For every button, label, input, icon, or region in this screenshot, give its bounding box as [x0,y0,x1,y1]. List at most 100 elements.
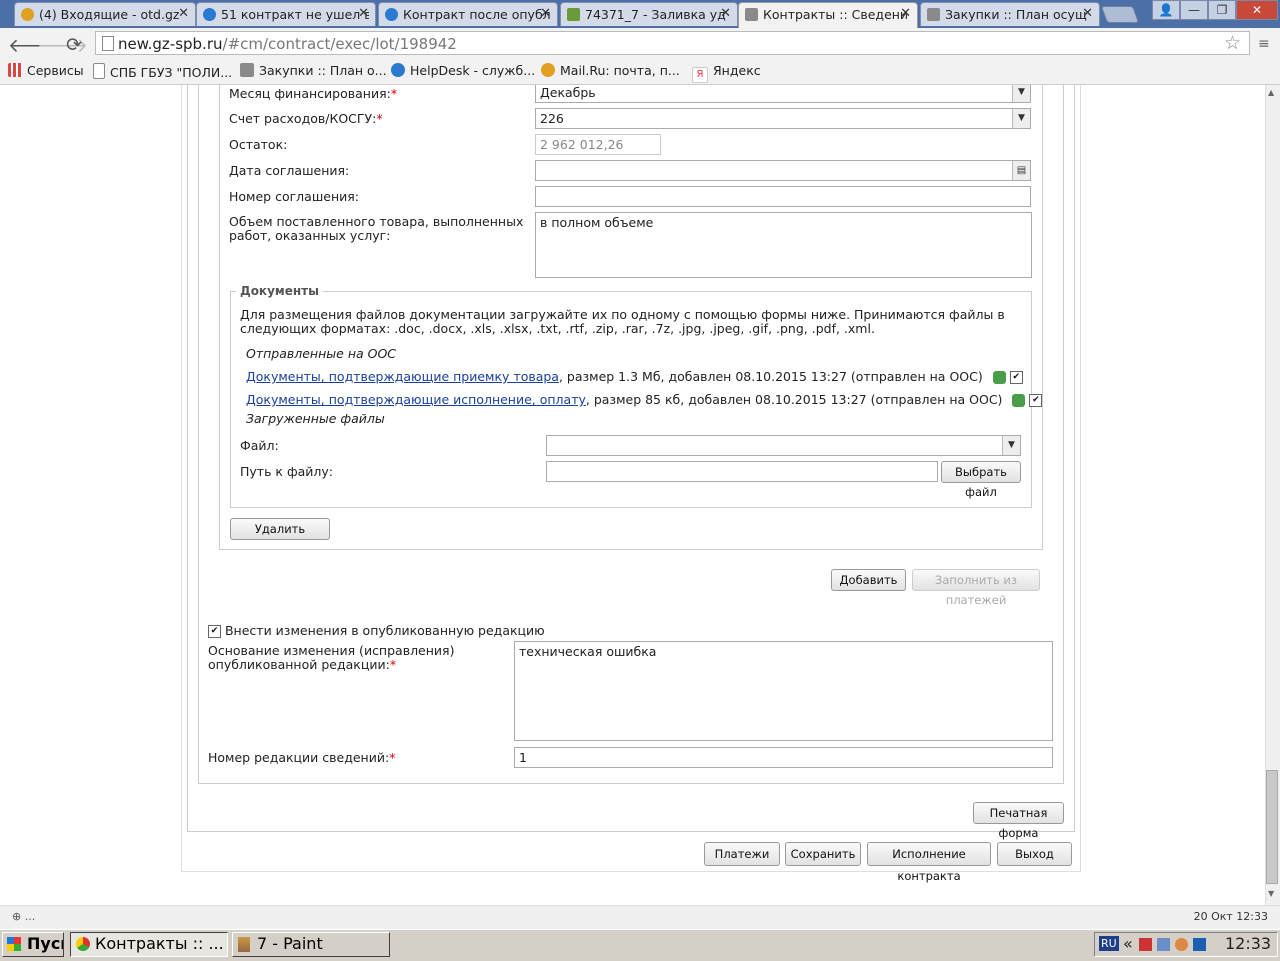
choose-file-button[interactable]: Выбрать файл [941,461,1021,499]
tray-app-icon[interactable] [1193,938,1206,951]
clock: 12:33 [1225,934,1272,953]
exit-button[interactable]: Выход [997,842,1072,866]
maximize-button[interactable]: ❐ [1208,0,1236,20]
tab-title: Контракты :: Сведени [763,7,909,22]
status-datetime: 20 Окт 12:33 [1193,910,1268,923]
month-select[interactable]: Декабрь ▼ [535,85,1031,103]
tray-app-icon[interactable] [1139,938,1152,951]
account-select[interactable]: 226 ▼ [535,108,1031,129]
taskbar-item-paint[interactable]: 7 - Paint [232,932,390,957]
tray-app-icon[interactable] [1175,938,1188,951]
document-link[interactable]: Документы, подтверждающие приемку товара [246,369,559,384]
fill-from-payments-button[interactable]: Заполнить из платежей [912,569,1040,607]
volume-textarea[interactable]: в полном объеме [535,212,1032,278]
required-mark: * [390,86,398,101]
bookmark-helpdesk[interactable]: HelpDesk - служб... [391,63,535,78]
tray-expand-icon[interactable]: « [1123,934,1133,953]
yandex-icon: Я [692,67,708,83]
close-icon[interactable]: ✕ [358,6,369,21]
scroll-down-icon[interactable]: ▼ [1268,889,1274,898]
minimize-button[interactable]: — [1180,0,1208,20]
scrollbar-thumb[interactable] [1266,770,1278,884]
month-label: Месяц финансирования:* [229,86,397,101]
bookmark-label: СПБ ГБУЗ "ПОЛИ... [110,65,233,80]
recycle-icon[interactable] [992,371,1006,384]
payments-button[interactable]: Платежи [704,842,780,866]
required-mark: * [376,111,383,126]
document-info: , размер 1.3 Мб, добавлен 08.10.2015 13:… [558,369,983,384]
chevron-down-icon[interactable]: ▼ [1002,436,1020,455]
menu-icon[interactable]: ≡ [1258,36,1270,52]
revision-checkbox[interactable]: ✔ [208,625,221,638]
close-icon[interactable]: ✕ [540,6,551,21]
taskbar-item-chrome[interactable]: Контракты :: ... [70,932,228,957]
document-checkbox[interactable]: ✔ [1009,371,1023,384]
page-icon [93,63,105,79]
chevron-down-icon[interactable]: ▼ [1012,85,1030,102]
bookmark-star-icon[interactable]: ☆ [1224,32,1241,54]
tab-title: Закупки :: План осущ [945,7,1087,22]
bookmark-polyclinic[interactable]: СПБ ГБУЗ "ПОЛИ... [93,63,232,80]
new-tab-button[interactable] [1100,6,1140,23]
reason-textarea[interactable]: техническая ошибка [514,641,1053,741]
language-indicator[interactable]: RU [1099,936,1119,951]
bookmark-purchases[interactable]: Закупки :: План о... [240,63,387,78]
tab-mail[interactable]: (4) Входящие - otd.gz ✕ [14,2,196,26]
mail-icon [21,8,34,21]
windows-logo-icon [7,937,21,951]
document-checkbox[interactable]: ✔ [1029,394,1043,407]
label-text: Счет расходов/КОСГУ: [229,111,377,126]
bookmark-mailru[interactable]: Mail.Ru: почта, п... [541,63,680,78]
recycle-icon[interactable] [1012,394,1026,407]
revision-number-field[interactable]: 1 [514,747,1053,768]
delete-button[interactable]: Удалить [230,518,330,540]
tools-icon [240,63,254,77]
tab-contract-after[interactable]: Контракт после опубл ✕ [378,2,558,26]
reload-icon[interactable]: ⟳ [66,34,82,56]
add-button[interactable]: Добавить [831,569,906,591]
page-icon [102,36,114,51]
agreement-number-label: Номер соглашения: [229,189,359,204]
mail-icon [541,63,555,77]
tab-contracts-active[interactable]: Контракты :: Сведени ✕ [738,2,918,28]
revision-checkbox-row[interactable]: ✔ Внести изменения в опубликованную реда… [208,623,545,638]
tab-fill[interactable]: 74371_7 - Заливка уд ✕ [560,2,738,26]
document-link[interactable]: Документы, подтверждающие исполнение, оп… [246,392,586,407]
apps-grid-icon [8,63,22,77]
scroll-up-icon[interactable]: ▲ [1268,88,1274,97]
tools-icon [927,8,940,21]
image-icon [567,8,580,21]
bookmark-services[interactable]: Сервисы [8,63,84,78]
tab-contract-51[interactable]: 51 контракт не ушел в ✕ [196,2,376,26]
documents-legend: Документы [236,284,323,298]
start-button[interactable]: Пуск [2,932,64,957]
print-form-button[interactable]: Печатная форма [973,802,1064,840]
bookmark-label: Сервисы [27,63,84,78]
label-text: Номер редакции сведений: [208,750,390,765]
agreement-number-field[interactable] [535,186,1031,207]
file-select[interactable]: ▼ [546,435,1021,456]
user-icon[interactable]: 👤 [1152,0,1180,20]
save-button[interactable]: Сохранить [785,842,861,866]
address-bar[interactable]: new.gz-spb.ru/#cm/contract/exec/lot/1989… [95,31,1250,55]
path-label: Путь к файлу: [240,464,334,479]
tab-purchases[interactable]: Закупки :: План осущ ✕ [920,2,1100,26]
taskbar-item-label: Контракты :: ... [95,934,224,953]
close-window-button[interactable]: ✕ [1236,0,1278,20]
close-icon[interactable]: ✕ [1082,6,1093,21]
calendar-icon[interactable]: ▤ [1012,161,1030,180]
network-icon[interactable] [1157,938,1170,951]
path-field[interactable] [546,461,938,482]
close-icon[interactable]: ✕ [178,6,189,21]
chevron-down-icon[interactable]: ▼ [1012,109,1030,128]
document-info: , размер 85 кб, добавлен 08.10.2015 13:2… [585,392,1003,407]
required-mark: * [389,750,396,765]
close-icon[interactable]: ✕ [720,6,731,21]
bookmark-yandex[interactable]: Я Яндекс [692,63,761,83]
contract-execution-button[interactable]: Исполнение контракта [867,842,991,883]
agreement-date-field[interactable]: ▤ [535,160,1031,181]
required-mark: * [389,657,397,672]
helpdesk-icon [203,8,216,21]
close-icon[interactable]: ✕ [900,6,911,21]
label-text: Основание изменения (исправления) опубли… [208,643,455,672]
